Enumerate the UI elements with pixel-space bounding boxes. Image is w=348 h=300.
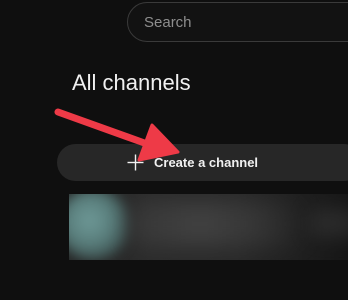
avatar — [69, 194, 129, 260]
blurred-channel-extra — [309, 208, 348, 238]
plus-icon — [127, 154, 144, 171]
channel-switcher-page: All channels Create a channel — [0, 0, 348, 300]
create-channel-label: Create a channel — [154, 155, 259, 170]
search-box[interactable] — [127, 2, 348, 42]
channel-list-item[interactable] — [69, 194, 348, 260]
create-channel-button[interactable]: Create a channel — [57, 144, 348, 181]
search-input[interactable] — [144, 3, 344, 41]
page-title: All channels — [72, 70, 191, 95]
blurred-channel-details — [129, 202, 309, 246]
